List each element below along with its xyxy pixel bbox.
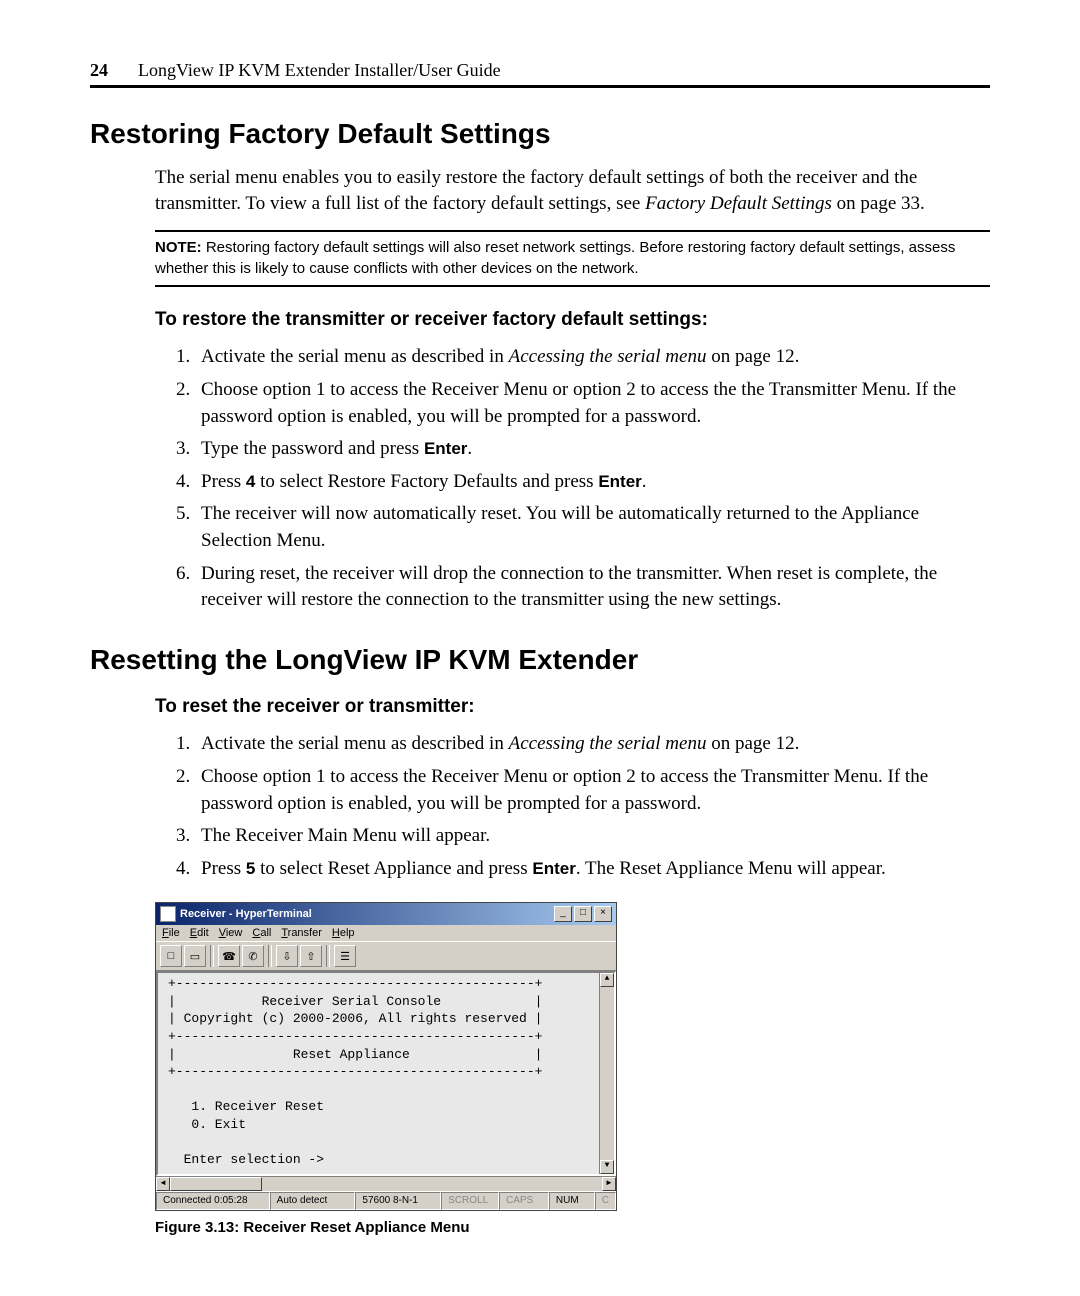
toolbar-disconnect-icon[interactable]: ✆ <box>242 945 264 967</box>
key-enter: Enter <box>532 859 575 878</box>
step: Press 4 to select Restore Factory Defaul… <box>195 469 990 496</box>
steps-list-1: Activate the serial menu as described in… <box>155 344 990 613</box>
step: The receiver will now automatically rese… <box>195 501 990 554</box>
note-label: NOTE: <box>155 239 202 256</box>
figure-caption: Figure 3.13: Receiver Reset Appliance Me… <box>155 1219 990 1236</box>
scroll-thumb[interactable] <box>170 1177 262 1191</box>
step: Choose option 1 to access the Receiver M… <box>195 377 990 430</box>
step: The Receiver Main Menu will appear. <box>195 823 990 850</box>
doc-title: LongView IP KVM Extender Installer/User … <box>138 60 501 81</box>
figure-3-13: Receiver - HyperTerminal _ □ × File Edit… <box>155 902 990 1236</box>
menubar: File Edit View Call Transfer Help <box>156 925 616 941</box>
window-title: Receiver - HyperTerminal <box>180 908 554 920</box>
section-heading-restoring: Restoring Factory Default Settings <box>90 118 990 150</box>
running-header: 24 LongView IP KVM Extender Installer/Us… <box>90 60 990 88</box>
minimize-button[interactable]: _ <box>554 906 572 922</box>
step: During reset, the receiver will drop the… <box>195 561 990 614</box>
scroll-up-icon[interactable]: ▲ <box>600 973 614 987</box>
step-text: Press <box>201 858 246 879</box>
terminal-pane[interactable]: +---------------------------------------… <box>156 971 616 1176</box>
step: Activate the serial menu as described in… <box>195 344 990 371</box>
step-text: to select Restore Factory Defaults and p… <box>255 471 598 492</box>
close-button[interactable]: × <box>594 906 612 922</box>
toolbar: □ ▭ ☎ ✆ ⇩ ⇧ ☰ <box>156 941 616 971</box>
toolbar-connect-icon[interactable]: ☎ <box>218 945 240 967</box>
vertical-scrollbar[interactable]: ▲▼ <box>599 973 614 1174</box>
step-crossref: Accessing the serial menu <box>509 733 707 754</box>
page: 24 LongView IP KVM Extender Installer/Us… <box>0 0 1080 1276</box>
note-text: Restoring factory default settings will … <box>155 239 955 276</box>
step-text: . <box>467 438 472 459</box>
toolbar-new-icon[interactable]: □ <box>160 945 182 967</box>
menu-transfer[interactable]: Transfer <box>281 927 322 939</box>
step-text: to select Reset Appliance and press <box>255 858 532 879</box>
scroll-down-icon[interactable]: ▼ <box>600 1160 614 1174</box>
terminal-text: +---------------------------------------… <box>168 976 542 1166</box>
toolbar-properties-icon[interactable]: ☰ <box>334 945 356 967</box>
note-box: NOTE: Restoring factory default settings… <box>155 230 990 287</box>
step-crossref: Accessing the serial menu <box>509 346 707 367</box>
section-heading-resetting: Resetting the LongView IP KVM Extender <box>90 644 990 676</box>
toolbar-send-icon[interactable]: ⇩ <box>276 945 298 967</box>
key-4: 4 <box>246 472 255 491</box>
step: Press 5 to select Reset Appliance and pr… <box>195 856 990 883</box>
toolbar-separator <box>210 945 214 967</box>
step: Type the password and press Enter. <box>195 436 990 463</box>
toolbar-separator <box>268 945 272 967</box>
intro-suffix: on page 33. <box>832 193 925 214</box>
toolbar-receive-icon[interactable]: ⇧ <box>300 945 322 967</box>
menu-file[interactable]: File <box>162 927 180 939</box>
menu-view[interactable]: View <box>219 927 243 939</box>
status-baud: 57600 8-N-1 <box>355 1192 441 1210</box>
scroll-left-icon[interactable]: ◄ <box>156 1177 170 1191</box>
page-number: 24 <box>90 60 108 81</box>
scroll-right-icon[interactable]: ► <box>602 1177 616 1191</box>
status-capture: C <box>595 1192 616 1210</box>
step-text: on page 12. <box>706 346 799 367</box>
section2-body: To reset the receiver or transmitter: Ac… <box>155 694 990 883</box>
statusbar: Connected 0:05:28 Auto detect 57600 8-N-… <box>156 1191 616 1210</box>
step-text: Activate the serial menu as described in <box>201 346 509 367</box>
steps-list-2: Activate the serial menu as described in… <box>155 731 990 882</box>
hyperterminal-window: Receiver - HyperTerminal _ □ × File Edit… <box>155 902 617 1211</box>
step-text: Activate the serial menu as described in <box>201 733 509 754</box>
procedure-heading-1: To restore the transmitter or receiver f… <box>155 307 990 333</box>
step-text: Press <box>201 471 246 492</box>
toolbar-separator <box>326 945 330 967</box>
menu-call[interactable]: Call <box>252 927 271 939</box>
maximize-button[interactable]: □ <box>574 906 592 922</box>
key-5: 5 <box>246 859 255 878</box>
status-scroll: SCROLL <box>441 1192 499 1210</box>
intro-paragraph: The serial menu enables you to easily re… <box>155 165 990 216</box>
step-text: . <box>642 471 647 492</box>
status-detect: Auto detect <box>270 1192 356 1210</box>
menu-help[interactable]: Help <box>332 927 355 939</box>
key-enter: Enter <box>598 472 641 491</box>
status-caps: CAPS <box>499 1192 549 1210</box>
key-enter: Enter <box>424 439 467 458</box>
step-text: on page 12. <box>706 733 799 754</box>
app-icon <box>160 906 176 922</box>
horizontal-scrollbar[interactable]: ◄ ► <box>156 1176 616 1191</box>
intro-crossref: Factory Default Settings <box>645 193 832 214</box>
step-text: Type the password and press <box>201 438 424 459</box>
step-text: . The Reset Appliance Menu will appear. <box>576 858 886 879</box>
window-buttons: _ □ × <box>554 906 612 922</box>
menu-edit[interactable]: Edit <box>190 927 209 939</box>
status-num: NUM <box>549 1192 595 1210</box>
step: Activate the serial menu as described in… <box>195 731 990 758</box>
status-connected: Connected 0:05:28 <box>156 1192 270 1210</box>
titlebar[interactable]: Receiver - HyperTerminal _ □ × <box>156 903 616 925</box>
step: Choose option 1 to access the Receiver M… <box>195 764 990 817</box>
toolbar-open-icon[interactable]: ▭ <box>184 945 206 967</box>
procedure-heading-2: To reset the receiver or transmitter: <box>155 694 990 720</box>
section1-body: The serial menu enables you to easily re… <box>155 165 990 614</box>
